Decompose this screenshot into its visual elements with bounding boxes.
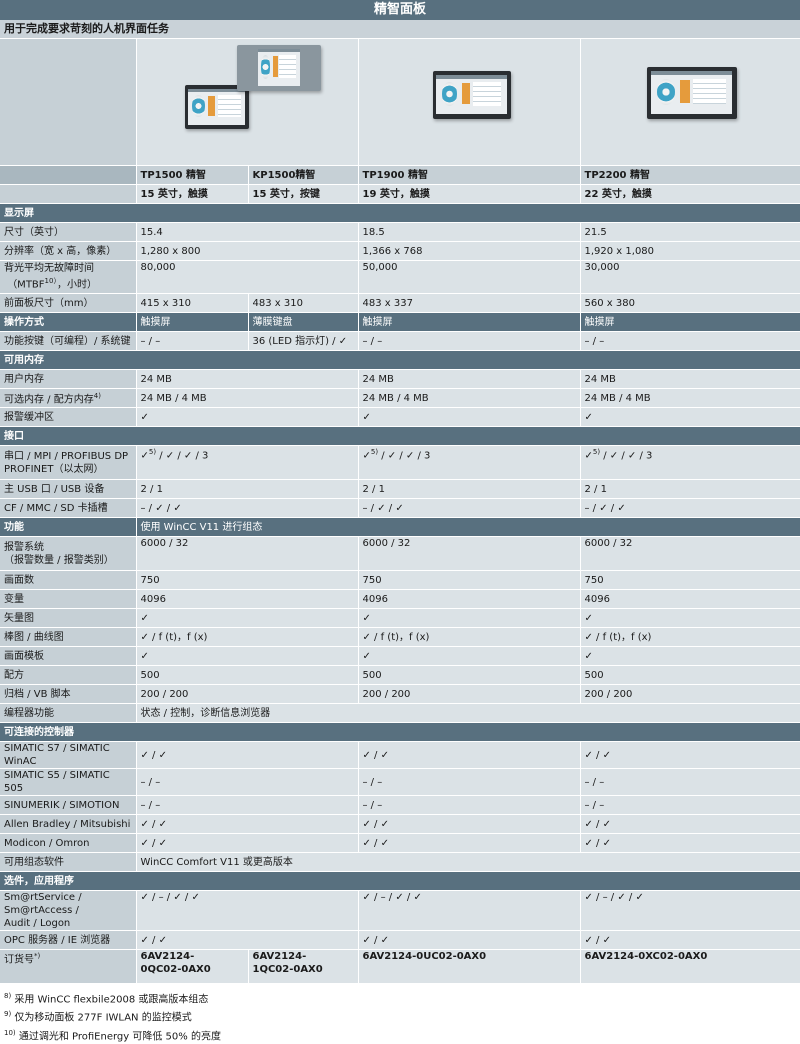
table-row: Sm@rtService / Sm@rtAccess / Audit / Logo…: [0, 890, 800, 931]
table-row: 画面模板 ✓ ✓ ✓: [0, 646, 800, 666]
section-controllers: 可连接的控制器: [0, 722, 800, 742]
table-row: 功能按键（可编程）/ 系统键 – / – 36 (LED 指示灯) / ✓ – …: [0, 331, 800, 351]
desc-tp1500: 15 英寸，触摸: [136, 184, 249, 204]
section-functions: 功能 使用 WinCC V11 进行组态: [0, 517, 800, 537]
table-row: OPC 服务器 / IE 浏览器 ✓ / ✓ ✓ / ✓ ✓ / ✓: [0, 930, 800, 950]
table-row: 编程器功能 状态 / 控制，诊断信息浏览器: [0, 703, 800, 723]
section-operation: 操作方式 触摸屏 薄膜键盘 触摸屏 触摸屏: [0, 312, 800, 332]
desc-tp1900: 19 英寸，触摸: [358, 184, 581, 204]
table-row: 矢量图 ✓ ✓ ✓: [0, 608, 800, 628]
footnotes: 8) 采用 WinCC flexbile2008 或跟高版本组态 9) 仅为移动…: [0, 984, 800, 1044]
model-tp1900: TP1900 精智: [358, 165, 581, 185]
tp1500-kp1500-panel-image: [136, 39, 359, 166]
table-row: Modicon / Omron ✓ / ✓ ✓ / ✓ ✓ / ✓: [0, 833, 800, 853]
table-row: 可用组态软件 WinCC Comfort V11 或更高版本: [0, 852, 800, 872]
mtbf-label: 背光平均无故障时间 （MTBF10），小时）: [0, 260, 137, 294]
table-row: 主 USB 口 / USB 设备 2 / 1 2 / 1 2 / 1: [0, 479, 800, 499]
table-row: 用户内存 24 MB 24 MB 24 MB: [0, 369, 800, 389]
table-row: 串口 / MPI / PROFIBUS DP PROFINET（以太网） ✓5) …: [0, 445, 800, 480]
page-subtitle: 用于完成要求苛刻的人机界面任务: [0, 20, 800, 39]
table-row: CF / MMC / SD 卡插槽 – / ✓ / ✓ – / ✓ / ✓ – …: [0, 498, 800, 518]
section-options: 选件，应用程序: [0, 871, 800, 891]
tp1900-panel-image: [358, 39, 581, 166]
model-tp2200: TP2200 精智: [580, 165, 800, 185]
section-memory: 可用内存: [0, 350, 800, 370]
table-row: Allen Bradley / Mitsubishi ✓ / ✓ ✓ / ✓ ✓…: [0, 814, 800, 834]
order-number-row: 订货号*) 6AV2124- 0QC02-0AX0 6AV2124- 1QC02-0…: [0, 949, 800, 984]
model-desc-row: 15 英寸，触摸 15 英寸，按键 19 英寸，触摸 22 英寸，触摸: [0, 184, 800, 204]
table-row: 报警系统 （报警数量 / 报警类别） 6000 / 32 6000 / 32 60…: [0, 536, 800, 571]
table-row: SINUMERIK / SIMOTION – / – – / – – / –: [0, 795, 800, 815]
desc-kp1500: 15 英寸，按键: [248, 184, 359, 204]
table-row: 可选内存 / 配方内存4) 24 MB / 4 MB 24 MB / 4 MB …: [0, 388, 800, 408]
table-row: 画面数 750 750 750: [0, 570, 800, 590]
table-row: 变量 4096 4096 4096: [0, 589, 800, 609]
table-row: 棒图 / 曲线图 ✓ / f (t)，f (x) ✓ / f (t)，f (x)…: [0, 627, 800, 647]
image-row-label: [0, 39, 137, 166]
footnote-10: 10) 通过调光和 ProfiEnergy 可降低 50% 的亮度: [4, 1028, 221, 1042]
kp1500-device-icon: [236, 45, 321, 91]
table-row: SIMATIC S7 / SIMATIC WinAC ✓ / ✓ ✓ / ✓ ✓…: [0, 741, 800, 769]
table-row: 报警缓冲区 ✓ ✓ ✓: [0, 407, 800, 427]
tp2200-panel-image: [580, 39, 800, 166]
tp1500-device-icon: [184, 85, 249, 129]
product-image-row: [0, 39, 800, 166]
table-row: 背光平均无故障时间 （MTBF10），小时） 80,000 50,000 30,…: [0, 260, 800, 294]
model-name-row: TP1500 精智 KP1500精智 TP1900 精智 TP2200 精智: [0, 165, 800, 185]
model-tp1500: TP1500 精智: [136, 165, 249, 185]
page-title: 精智面板: [0, 0, 800, 20]
footnote-8: 8) 采用 WinCC flexbile2008 或跟高版本组态: [4, 992, 209, 1006]
desc-tp2200: 22 英寸，触摸: [580, 184, 800, 204]
section-interface: 接口: [0, 426, 800, 446]
tp2200-device-icon: [646, 67, 737, 119]
spec-table: TP1500 精智 KP1500精智 TP1900 精智 TP2200 精智 1…: [0, 39, 800, 984]
table-row: 配方 500 500 500: [0, 665, 800, 685]
table-row: 分辨率（宽 x 高，像素） 1,280 x 800 1,366 x 768 1,…: [0, 241, 800, 261]
model-kp1500: KP1500精智: [248, 165, 359, 185]
tp1900-device-icon: [432, 71, 511, 119]
table-row: 归档 / VB 脚本 200 / 200 200 / 200 200 / 200: [0, 684, 800, 704]
table-row: SIMATIC S5 / SIMATIC 505 – / – – / – – /…: [0, 768, 800, 796]
table-row: 尺寸（英寸） 15.4 18.5 21.5: [0, 222, 800, 242]
section-display: 显示屏: [0, 203, 800, 223]
footnote-9: 9) 仅为移动面板 277F IWLAN 的监控模式: [4, 1010, 192, 1024]
table-row: 前面板尺寸（mm） 415 x 310 483 x 310 483 x 337 …: [0, 293, 800, 313]
